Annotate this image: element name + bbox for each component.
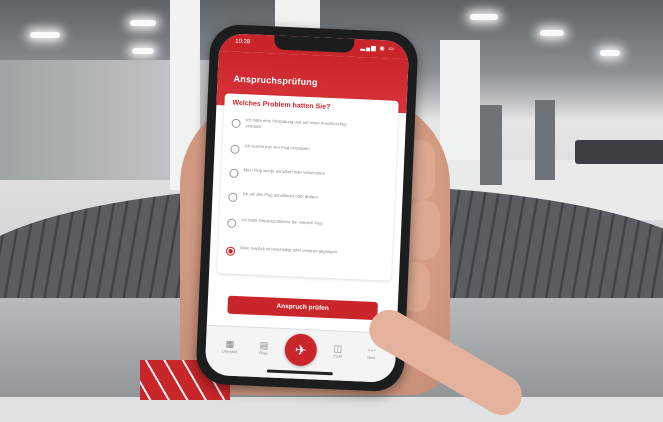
kiosk [480, 105, 502, 185]
radio-button[interactable] [230, 144, 240, 154]
option-label: Mein Gepäck ist beschädigt oder verloren… [240, 245, 338, 255]
radio-button[interactable] [229, 168, 239, 178]
option-label: Ich will den Flug annullieren oder änder… [242, 191, 319, 200]
page-title: Anspruchsprüfung [233, 73, 318, 88]
radio-button[interactable] [227, 218, 237, 228]
ceiling-light [540, 30, 564, 36]
ceiling-light [600, 50, 620, 56]
option-3[interactable]: Ich will den Flug annullieren oder änder… [228, 190, 389, 219]
tab-overview[interactable]: ▦ Übersicht [216, 338, 245, 355]
option-label: Ich konnte mei nen Flug verpassen [244, 143, 310, 152]
option-4[interactable]: Ich hatte Gepäckprobleme bei meinem Flug [227, 216, 388, 245]
radio-button-selected[interactable] [225, 246, 236, 256]
tab-label: Mehr [367, 355, 376, 361]
question-card: Welches Problem hatten Sie? Ich hatte ei… [217, 93, 399, 281]
ceiling-light [132, 48, 154, 54]
finger [408, 200, 440, 260]
option-5[interactable]: Mein Gepäck ist beschädigt oder verloren… [225, 244, 386, 273]
bench [575, 140, 663, 164]
option-label: Ich hatte Gepäckprobleme bei meinem Flug [241, 217, 323, 226]
option-label: Mein Flug wurde annulliert oder verschob… [243, 167, 326, 176]
ceiling-light [470, 14, 498, 20]
radio-button[interactable] [231, 118, 241, 129]
question-label: Welches Problem hatten Sie? [232, 99, 331, 111]
check-claim-button[interactable]: Anspruch prüfen [227, 295, 378, 321]
option-0[interactable]: Ich hatte eine Verspätung und auf einen … [231, 116, 392, 145]
tab-flights[interactable]: ▤ Flüge [250, 340, 279, 357]
plane-icon: ✈ [294, 341, 308, 359]
radio-button[interactable] [228, 192, 238, 202]
tab-profile[interactable]: ◫ Profil [323, 343, 352, 360]
tab-label: Profil [333, 354, 342, 359]
tab-bar: ▦ Übersicht ▤ Flüge ✈ ◫ Profil ⋯ Mehr [204, 324, 397, 383]
status-time: 10:28 [235, 38, 251, 46]
option-label: Ich hatte eine Verspätung und auf einen … [245, 117, 347, 129]
tab-label: Flüge [259, 351, 269, 356]
ceiling-light [130, 20, 156, 26]
kiosk [535, 100, 555, 180]
plane-action-button[interactable]: ✈ [284, 333, 318, 367]
tab-label: Übersicht [221, 349, 238, 355]
ceiling-light [30, 32, 60, 38]
status-icons: ▂▄▆ ◉ ▭ [360, 45, 396, 53]
